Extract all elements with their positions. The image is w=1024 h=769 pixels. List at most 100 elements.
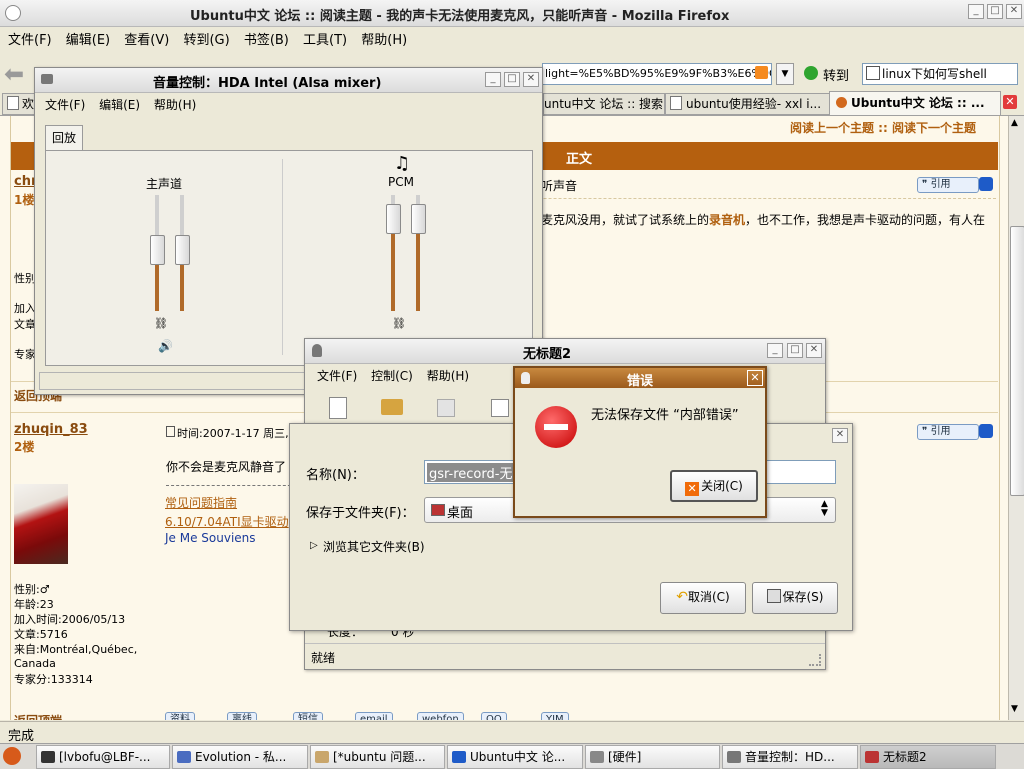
topic-nav-links[interactable]: 阅读上一个主题 :: 阅读下一个主题 (790, 119, 976, 136)
recorder-menu-control[interactable]: 控制(C) (371, 369, 413, 383)
search-input[interactable]: linux下如何写shell (862, 63, 1018, 85)
menu-tools[interactable]: 工具(T) (303, 33, 347, 48)
mixer-title: 音量控制：HDA Intel (Alsa mixer) (153, 76, 382, 91)
go-arrow-icon[interactable] (804, 66, 818, 80)
tab-playback[interactable]: 回放 (45, 125, 83, 150)
slider-knob[interactable] (386, 203, 401, 234)
updown-icon: ▲ ▼ (821, 499, 828, 518)
back-to-top-link-2[interactable]: 返回顶端 (14, 712, 62, 720)
taskbar-item[interactable]: Evolution - 私... (172, 745, 308, 769)
mixer-maximize-button[interactable]: □ (504, 72, 520, 87)
firefox-minimize-button[interactable]: _ (968, 4, 984, 19)
menu-file[interactable]: 文件(F) (8, 33, 52, 48)
sig-text: Je Me Souviens (165, 531, 256, 545)
sig-link-faq[interactable]: 常见问题指南 (165, 494, 237, 511)
new-file-icon[interactable] (329, 397, 347, 419)
qq-button[interactable]: QQ (481, 712, 507, 720)
menu-edit[interactable]: 编辑(E) (66, 33, 110, 48)
link-chain-icon[interactable]: ⛓ (154, 317, 168, 330)
recorder-minimize-button[interactable]: _ (767, 343, 783, 358)
slider-knob[interactable] (411, 203, 426, 234)
save-disk-icon[interactable] (437, 399, 455, 417)
link-chain-icon[interactable]: ⛓ (392, 317, 406, 330)
post2-author[interactable]: zhuqin_83 (14, 422, 88, 437)
firefox-maximize-button[interactable]: □ (987, 4, 1003, 19)
profile-button[interactable]: 资料 (165, 712, 195, 720)
pm-button[interactable]: 短信 (293, 712, 323, 720)
url-input[interactable]: light=%E5%BD%95%E9%9F%B3%E6%9C%BA (542, 63, 772, 85)
properties-icon[interactable] (491, 399, 509, 417)
scroll-down-arrow-icon[interactable]: ▼ (1011, 704, 1018, 714)
firefox-menubar: 文件(F) 编辑(E) 查看(V) 转到(G) 书签(B) 工具(T) 帮助(H… (0, 28, 1024, 54)
mixer-menu-edit[interactable]: 编辑(E) (99, 98, 140, 112)
email-button[interactable]: email (355, 712, 393, 720)
recorder-maximize-button[interactable]: □ (787, 343, 803, 358)
tab-4-active[interactable]: Ubuntu中文 论坛 :: ... (829, 91, 1001, 115)
profile-posts: 文章:5716 (14, 628, 68, 641)
post1-quote-button[interactable]: ❞ 引用 (917, 177, 979, 193)
menu-bookmarks[interactable]: 书签(B) (244, 33, 289, 48)
taskbar-item-label: [硬件] (608, 750, 642, 764)
mixer-close-button[interactable]: ✕ (523, 72, 539, 87)
taskbar-item[interactable]: 音量控制：HD... (722, 745, 858, 769)
speaker-icon (41, 74, 53, 84)
search-engine-icon[interactable] (866, 66, 880, 80)
error-close-action-button[interactable]: ✕ 关闭(C) (670, 470, 758, 502)
recorder-close-button[interactable]: ✕ (806, 343, 822, 358)
menu-go[interactable]: 转到(G) (183, 33, 229, 48)
taskbar-item[interactable]: 无标题2 (860, 745, 996, 769)
save-button[interactable]: 保存(S) (752, 582, 838, 614)
expander-arrow-icon[interactable]: ▷ (310, 540, 318, 551)
scroll-up-arrow-icon[interactable]: ▲ (1011, 118, 1018, 128)
page-scrollbar[interactable]: ▲ ▼ (1008, 116, 1024, 720)
post1-action-icon[interactable] (979, 177, 993, 191)
menu-help[interactable]: 帮助(H) (361, 33, 407, 48)
firefox-window-icon[interactable] (5, 5, 21, 21)
firefox-titlebar[interactable]: Ubuntu中文 论坛 :: 阅读主题 - 我的声卡无法使用麦克风，只能听声音 … (0, 0, 1024, 27)
post1-keyword-link[interactable]: 录音机 (709, 213, 745, 227)
error-titlebar[interactable]: 错误 ✕ (515, 368, 765, 389)
recorder-statusbar: 就绪 (305, 643, 825, 670)
browse-folders-expander[interactable]: 浏览其它文件夹(B) (323, 538, 425, 555)
resize-grip-icon[interactable] (809, 654, 821, 666)
sig-link-ati[interactable]: 6.10/7.04ATI显卡驱动 (165, 513, 289, 530)
url-dropdown-button[interactable]: ▼ (776, 63, 794, 85)
error-dialog: 错误 ✕ 无法保存文件 “内部错误” ✕ 关闭(C) (513, 366, 767, 518)
app-icon (41, 751, 55, 763)
rss-icon[interactable] (755, 66, 768, 79)
back-arrow-icon[interactable]: ⬅ (4, 60, 24, 88)
webfon-button[interactable]: webfon (417, 712, 464, 720)
close-tab-icon[interactable]: ✕ (1003, 95, 1017, 109)
offline-button[interactable]: 离线 (227, 712, 257, 720)
taskbar-item[interactable]: [lvbofu@LBF-... (36, 745, 170, 769)
error-close-button[interactable]: ✕ (747, 370, 763, 386)
recorder-menu-file[interactable]: 文件(F) (317, 369, 357, 383)
mixer-minimize-button[interactable]: _ (485, 72, 501, 87)
taskbar-item[interactable]: Ubuntu中文 论... (447, 745, 583, 769)
mixer-menu-file[interactable]: 文件(F) (45, 98, 85, 112)
scrollbar-thumb[interactable] (1010, 226, 1024, 496)
menu-view[interactable]: 查看(V) (124, 33, 169, 48)
ubuntu-menu-icon[interactable] (3, 747, 21, 765)
post2-action-icon[interactable] (979, 424, 993, 438)
post2-time-text: 时间:2007-1-17 周三, (177, 427, 289, 440)
yim-button[interactable]: YIM (541, 712, 569, 720)
mute-speaker-icon[interactable]: 🔊 (158, 339, 173, 353)
slider-knob[interactable] (150, 234, 165, 265)
post2-quote-button[interactable]: ❞ 引用 (917, 424, 979, 440)
tab-3[interactable]: ubuntu使用经验- xxl i... (665, 93, 831, 115)
cancel-button[interactable]: ↶取消(C) (660, 582, 746, 614)
firefox-close-button[interactable]: ✕ (1006, 4, 1022, 19)
recorder-menu-help[interactable]: 帮助(H) (427, 369, 469, 383)
go-button[interactable]: 转到 (823, 65, 849, 84)
tab-2[interactable]: untu中文 论坛 :: 搜索 (543, 93, 665, 115)
save-dialog-close-button[interactable]: ✕ (832, 428, 848, 443)
page-icon (7, 96, 19, 110)
open-folder-icon[interactable] (381, 399, 403, 415)
slider-knob[interactable] (175, 234, 190, 265)
mixer-titlebar[interactable]: 音量控制：HDA Intel (Alsa mixer) _ □ ✕ (35, 68, 542, 93)
mixer-menu-help[interactable]: 帮助(H) (154, 98, 196, 112)
taskbar-item[interactable]: [硬件] (585, 745, 720, 769)
taskbar-item[interactable]: [*ubuntu 问题... (310, 745, 445, 769)
recorder-titlebar[interactable]: 无标题2 _ □ ✕ (305, 339, 825, 364)
